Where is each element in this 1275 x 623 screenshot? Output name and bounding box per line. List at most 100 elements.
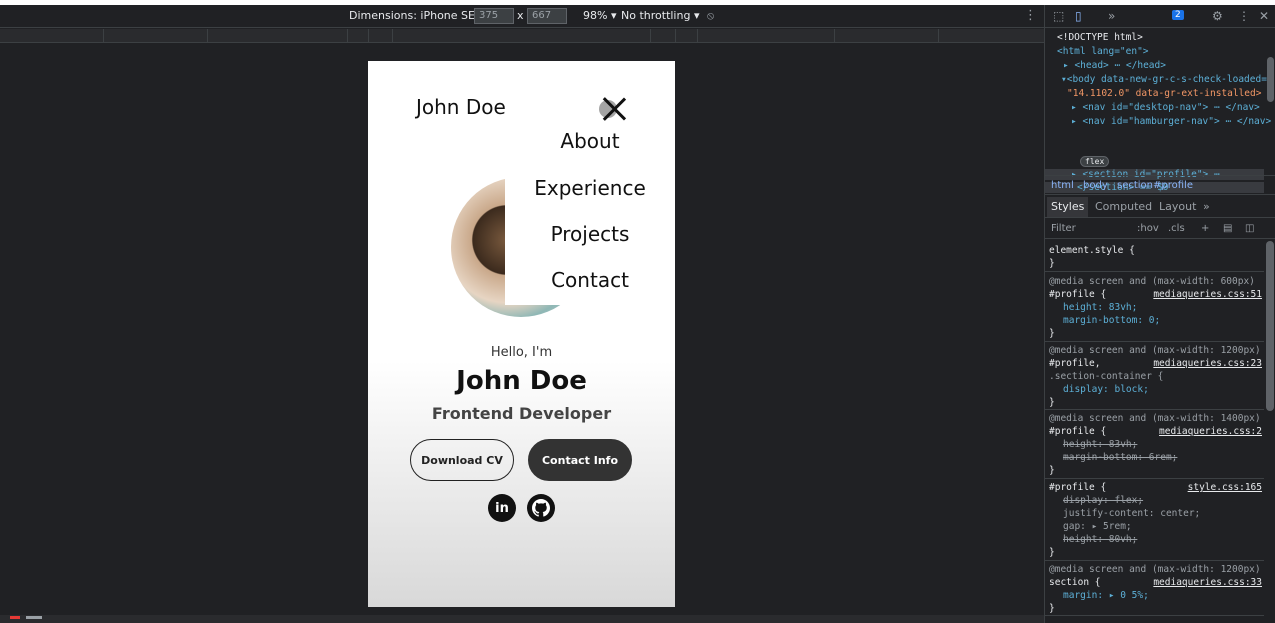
- linkedin-icon[interactable]: in: [488, 494, 516, 522]
- rule-selector[interactable]: #profile {: [1049, 482, 1106, 493]
- screen: Dimensions: iPhone SE ▾ 375 x 667 98% ▾ …: [0, 0, 1275, 623]
- rule-close: }: [1049, 465, 1055, 476]
- css-declaration-overridden[interactable]: display: flex;: [1063, 495, 1143, 506]
- css-declaration-inactive[interactable]: gap: ▸ 5rem;: [1063, 521, 1132, 532]
- dom-node[interactable]: ▸ <nav id="hamburger-nav"> ⋯ </nav>: [1071, 116, 1271, 127]
- rule-close: }: [1049, 397, 1055, 408]
- css-declaration[interactable]: display: block;: [1063, 384, 1149, 395]
- paint-icon[interactable]: ▤: [1223, 223, 1232, 234]
- css-declaration-overridden[interactable]: height: 80vh;: [1063, 534, 1137, 545]
- source-link[interactable]: mediaqueries.css:2: [1159, 426, 1262, 437]
- gear-icon[interactable]: ⚙: [1212, 9, 1223, 23]
- dom-node: "14.1102.0" data-gr-ext-installed>: [1067, 88, 1262, 99]
- dom-node[interactable]: <html lang="en">: [1057, 46, 1149, 57]
- media-query: @media screen and (max-width: 600px): [1049, 276, 1255, 287]
- css-declaration[interactable]: margin-bottom: 0;: [1063, 315, 1160, 326]
- github-icon[interactable]: [527, 494, 555, 522]
- rule-selector[interactable]: #profile,: [1049, 358, 1100, 369]
- menu-link-about[interactable]: About: [505, 129, 675, 153]
- dom-node[interactable]: ▾<body data-new-gr-c-s-check-loaded=: [1061, 74, 1267, 85]
- styles-scrollbar[interactable]: [1266, 241, 1274, 411]
- tab-computed[interactable]: Computed: [1095, 200, 1152, 213]
- devtools-panel: ⬚ ▯ » 2 ⚙ ⋮ ✕ <!DOCTYPE html> <html lang…: [1044, 5, 1275, 623]
- more-tabs-icon[interactable]: »: [1203, 200, 1210, 213]
- times-sign: x: [517, 9, 524, 22]
- dom-node-text: <nav id="hamburger-nav"> ⋯ </nav>: [1082, 116, 1272, 127]
- dom-node[interactable]: ▸ <head> ⋯ </head>: [1063, 60, 1166, 71]
- tab-styles[interactable]: Styles: [1047, 197, 1089, 217]
- rotate-icon[interactable]: ⦸: [707, 9, 714, 23]
- rule-selector[interactable]: section {: [1049, 577, 1100, 588]
- more-options-icon[interactable]: ⋮: [1024, 8, 1037, 23]
- contact-info-button[interactable]: Contact Info: [528, 439, 632, 481]
- media-query-ruler: [0, 29, 1044, 43]
- hov-toggle[interactable]: :hov: [1137, 223, 1159, 234]
- profile-name: John Doe: [456, 366, 587, 396]
- dom-node[interactable]: ▸ <nav id="desktop-nav"> ⋯ </nav>: [1071, 102, 1260, 113]
- devtools-toolbar: ⬚ ▯ » 2 ⚙ ⋮ ✕: [1045, 5, 1275, 28]
- css-declaration[interactable]: margin: ▸ 0 5%;: [1063, 590, 1149, 601]
- tab-layout[interactable]: Layout: [1159, 200, 1196, 213]
- devtools-menu-icon[interactable]: ⋮: [1238, 9, 1250, 23]
- css-declaration-inactive[interactable]: justify-content: center;: [1063, 508, 1200, 519]
- throttling-select[interactable]: No throttling ▾: [621, 9, 699, 22]
- phone-frame: John Doe About Experience Projects Conta…: [368, 61, 675, 607]
- width-input[interactable]: 375: [474, 8, 514, 24]
- filter-input[interactable]: Filter: [1051, 223, 1076, 234]
- issues-badge[interactable]: 2: [1172, 10, 1184, 20]
- css-declaration-overridden[interactable]: margin-bottom: 6rem;: [1063, 452, 1177, 463]
- rule-divider: [1045, 615, 1264, 616]
- sidebar-toggle-icon[interactable]: ◫: [1245, 223, 1254, 234]
- source-link[interactable]: mediaqueries.css:23: [1153, 358, 1262, 369]
- media-query: @media screen and (max-width: 1200px): [1049, 345, 1261, 356]
- rule-selector[interactable]: #profile {: [1049, 289, 1106, 300]
- rule-divider: [1045, 271, 1264, 272]
- breadcrumb: html body section#profile: [1045, 175, 1275, 195]
- menu-link-experience[interactable]: Experience: [505, 176, 675, 200]
- rule-divider: [1045, 341, 1264, 342]
- inspect-icon[interactable]: ⬚: [1053, 9, 1064, 23]
- device-toolbar: Dimensions: iPhone SE ▾ 375 x 667 98% ▾ …: [0, 5, 1044, 28]
- elements-scrollbar[interactable]: [1267, 57, 1274, 102]
- close-icon[interactable]: [601, 96, 627, 122]
- source-link[interactable]: style.css:165: [1188, 482, 1262, 493]
- rule-selector[interactable]: #profile {: [1049, 426, 1106, 437]
- rule-close: }: [1049, 603, 1055, 614]
- hamburger-menu: About Experience Projects Contact: [505, 119, 675, 305]
- device-toggle-icon[interactable]: ▯: [1075, 9, 1082, 23]
- more-tabs-icon[interactable]: »: [1108, 9, 1115, 23]
- source-link[interactable]: mediaqueries.css:33: [1153, 577, 1262, 588]
- rule-close: }: [1049, 258, 1055, 269]
- css-declaration-overridden[interactable]: height: 83vh;: [1063, 439, 1137, 450]
- menu-link-projects[interactable]: Projects: [505, 222, 675, 246]
- new-rule-button[interactable]: +: [1201, 223, 1209, 234]
- rule-selector[interactable]: element.style {: [1049, 245, 1135, 256]
- breadcrumb-body[interactable]: body: [1083, 180, 1108, 191]
- rule-close: }: [1049, 547, 1055, 558]
- greeting-text: Hello, I'm: [490, 345, 553, 360]
- device-label: Dimensions: iPhone SE: [349, 9, 475, 22]
- download-cv-button[interactable]: Download CV: [410, 439, 514, 481]
- style-rules: element.style { } @media screen and (max…: [1045, 241, 1264, 623]
- rule-divider: [1045, 560, 1264, 561]
- dom-node-text: <body data-new-gr-c-s-check-loaded=: [1066, 74, 1267, 85]
- dom-node-text: <head> ⋯ </head>: [1074, 60, 1166, 71]
- rule-selector[interactable]: .section-container {: [1049, 371, 1163, 382]
- media-query: @media screen and (max-width: 1200px): [1049, 564, 1261, 575]
- progress-bar: [0, 615, 1044, 623]
- device-select[interactable]: Dimensions: iPhone SE ▾: [349, 9, 484, 22]
- flex-badge[interactable]: flex: [1080, 156, 1110, 167]
- css-declaration[interactable]: height: 83vh;: [1063, 302, 1137, 313]
- progress-played: [10, 616, 20, 619]
- throttling-label: No throttling: [621, 9, 691, 22]
- source-link[interactable]: mediaqueries.css:51: [1153, 289, 1262, 300]
- zoom-select[interactable]: 98% ▾: [583, 9, 616, 22]
- height-input[interactable]: 667: [527, 8, 567, 24]
- dom-node[interactable]: <!DOCTYPE html>: [1057, 32, 1143, 43]
- breadcrumb-section[interactable]: section#profile: [1117, 180, 1193, 191]
- breadcrumb-html[interactable]: html: [1051, 180, 1074, 191]
- close-devtools-icon[interactable]: ✕: [1259, 9, 1269, 23]
- menu-link-contact[interactable]: Contact: [505, 268, 675, 292]
- progress-buffered: [26, 616, 42, 619]
- cls-toggle[interactable]: .cls: [1168, 223, 1185, 234]
